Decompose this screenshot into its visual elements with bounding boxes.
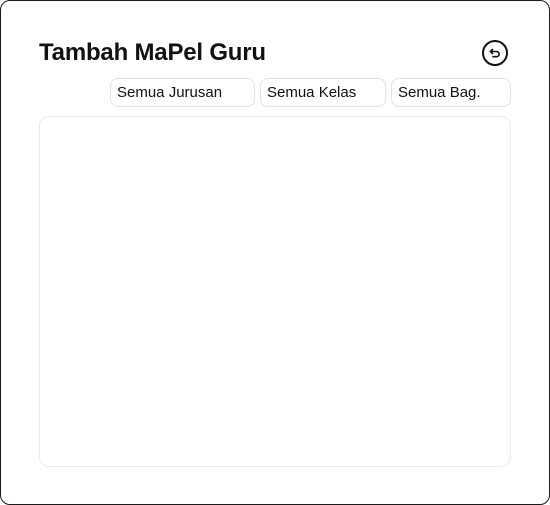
filter-jurusan-select[interactable]: Semua Jurusan [110, 78, 255, 107]
back-button[interactable] [482, 40, 508, 66]
filter-kelas-select[interactable]: Semua Kelas [260, 78, 386, 107]
modal-title: Tambah MaPel Guru [39, 39, 266, 66]
subject-list-panel [39, 116, 511, 467]
add-teacher-subject-modal: Tambah MaPel Guru Semua Jurusan Semua Ke… [0, 0, 550, 505]
undo-arrow-icon [489, 48, 500, 58]
filter-bagian-select[interactable]: Semua Bag. [391, 78, 511, 107]
